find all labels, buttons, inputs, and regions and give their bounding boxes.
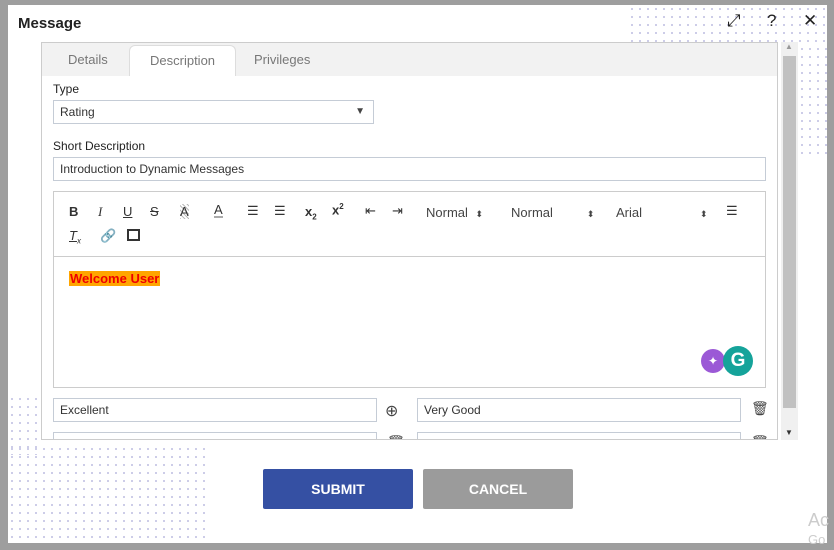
caret-down-icon: ▼ <box>355 106 365 117</box>
font-select[interactable]: Arial ⬍ <box>616 205 708 220</box>
bold-icon[interactable]: B <box>69 204 78 219</box>
underline-icon[interactable]: U <box>123 204 132 219</box>
help-icon[interactable]: ? <box>767 11 776 31</box>
scroll-down-icon[interactable]: ▼ <box>785 428 793 437</box>
tab-bar: Details Description Privileges <box>42 43 777 76</box>
rating-option-input[interactable]: Average <box>417 432 741 439</box>
trash-icon[interactable]: 🗑 <box>387 434 405 439</box>
scroll-up-icon[interactable]: ▲ <box>785 42 793 51</box>
message-dialog: Message ⤢ ? ✕ Details Description Privil… <box>8 5 829 547</box>
activation-watermark: Ac Go <box>808 510 830 547</box>
background-color-icon[interactable]: A <box>180 204 189 219</box>
dialog-title: Message <box>18 15 82 32</box>
editor-text: Welcome User <box>69 271 161 286</box>
align-icon[interactable]: ☰ <box>726 203 738 219</box>
trash-icon[interactable]: 🗑 <box>751 434 769 439</box>
rating-option-input[interactable]: Very Good <box>417 398 741 422</box>
italic-icon[interactable]: I <box>98 204 102 220</box>
tab-details[interactable]: Details <box>68 43 108 76</box>
font-color-icon[interactable]: A <box>214 203 223 218</box>
rating-option-input[interactable]: Excellent <box>53 398 377 422</box>
link-icon[interactable]: 🔗 <box>100 228 116 244</box>
rich-text-editor: B I U S A A ☰ ☰ x2 x2 ⇤ ⇥ Normal ⬍ Norma… <box>53 191 766 388</box>
strike-icon[interactable]: S <box>150 204 159 219</box>
clear-format-icon[interactable]: Tx <box>69 228 81 246</box>
indent-icon[interactable]: ⇥ <box>392 203 403 219</box>
dot-pattern <box>798 45 827 155</box>
cancel-button[interactable]: CANCEL <box>423 469 573 509</box>
close-icon[interactable]: ✕ <box>803 11 817 31</box>
trash-icon[interactable]: 🗑 <box>751 400 769 417</box>
editor-toolbar: B I U S A A ☰ ☰ x2 x2 ⇤ ⇥ Normal ⬍ Norma… <box>54 192 765 257</box>
header-select[interactable]: Normal ⬍ <box>426 205 483 220</box>
scrollbar-thumb[interactable] <box>783 56 796 408</box>
ai-sparkle-icon[interactable]: ✦ <box>701 349 725 373</box>
ordered-list-icon[interactable]: ☰ <box>247 203 259 219</box>
tab-description[interactable]: Description <box>129 45 237 76</box>
bullet-list-icon[interactable]: ☰ <box>274 203 286 219</box>
tab-privileges[interactable]: Privileges <box>254 43 310 76</box>
grammarly-icon[interactable]: G <box>723 346 753 376</box>
rating-option-input[interactable]: Good <box>53 432 377 439</box>
outdent-icon[interactable]: ⇤ <box>365 203 376 219</box>
scrollbar[interactable]: ▲ ▼ <box>781 42 798 440</box>
maximize-icon[interactable]: ⤢ <box>727 11 741 31</box>
editor-content[interactable]: Welcome User ✦ G <box>54 257 765 387</box>
short-description-label: Short Description <box>53 139 146 153</box>
dot-pattern <box>8 445 205 543</box>
add-circle-icon[interactable]: ⊕ <box>385 401 398 421</box>
type-label: Type <box>53 82 80 96</box>
subscript-icon[interactable]: x2 <box>305 204 317 222</box>
image-icon[interactable] <box>127 229 140 241</box>
content-panel: Details Description Privileges Type Rati… <box>41 42 778 440</box>
type-value: Rating <box>60 105 95 119</box>
short-description-input[interactable]: Introduction to Dynamic Messages <box>53 157 766 181</box>
superscript-icon[interactable]: x2 <box>332 202 344 217</box>
type-select[interactable]: Rating ▼ <box>53 100 374 124</box>
submit-button[interactable]: SUBMIT <box>263 469 413 509</box>
size-select[interactable]: Normal ⬍ <box>511 205 594 220</box>
